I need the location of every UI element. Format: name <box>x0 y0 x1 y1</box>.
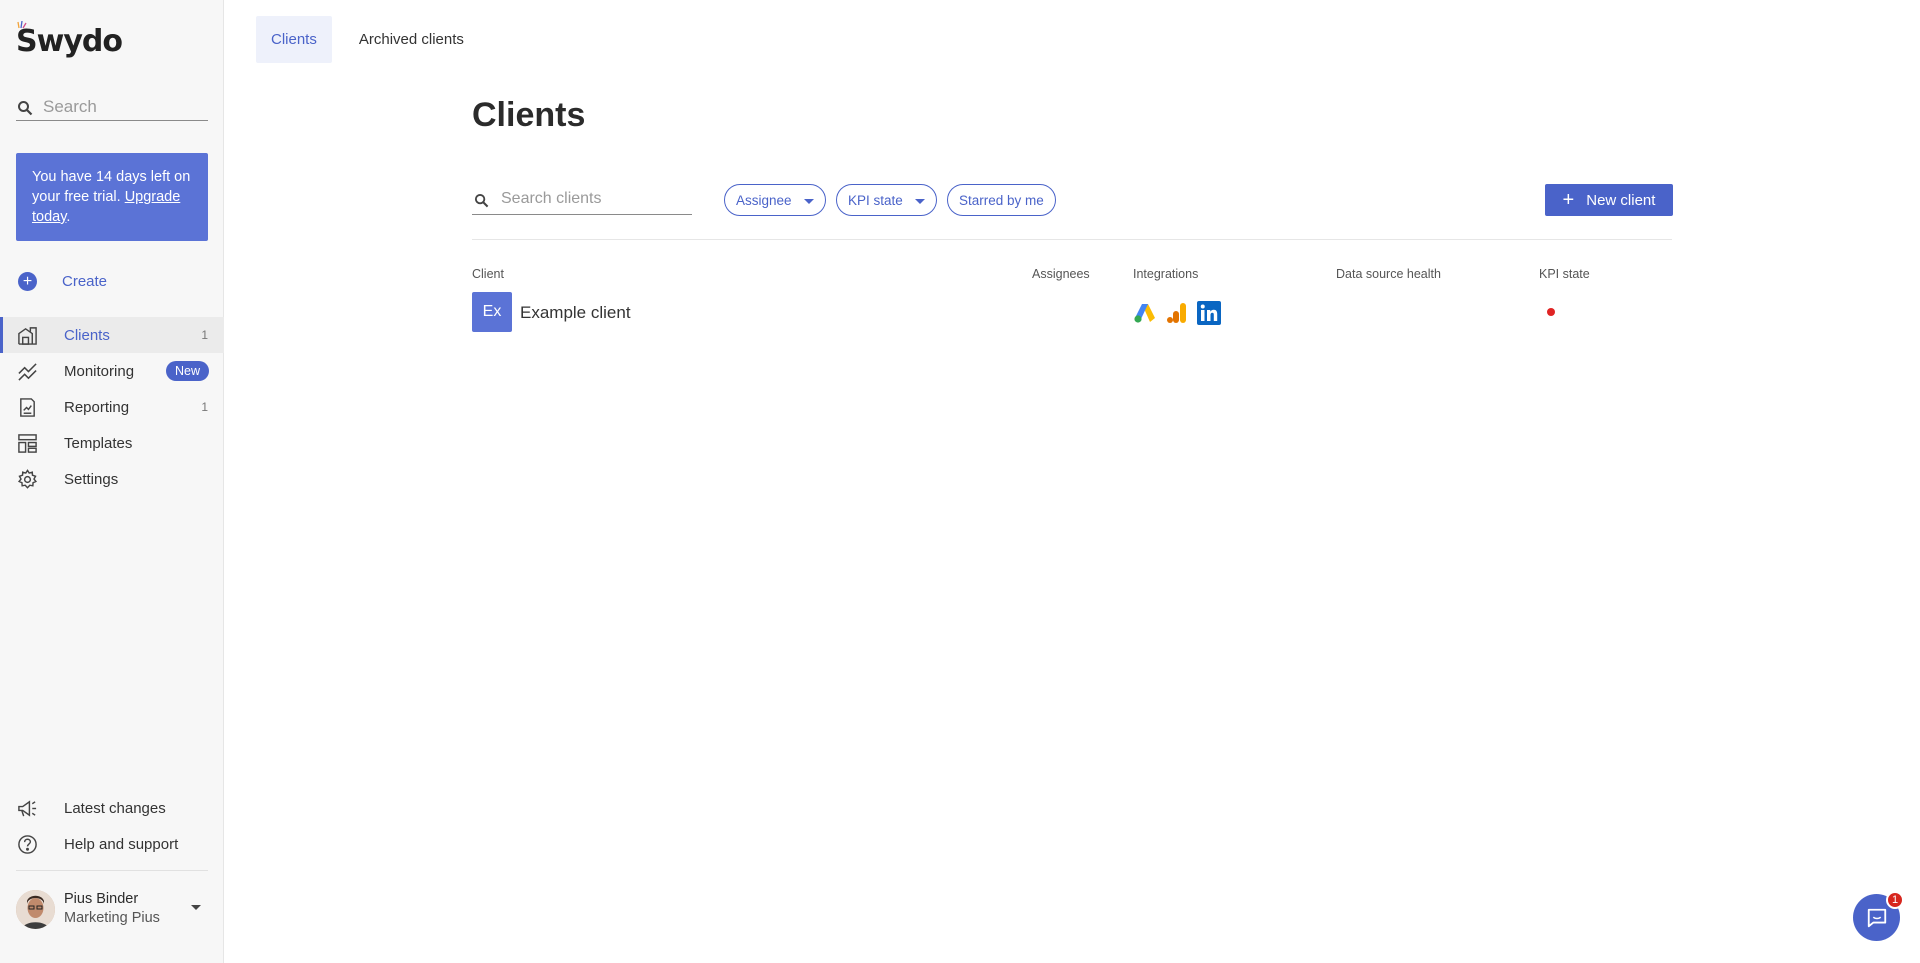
sidebar-search-input[interactable] <box>43 96 193 117</box>
sidebar-item-label: Monitoring <box>64 362 135 380</box>
building-icon <box>16 324 38 346</box>
sidebar-item-monitoring[interactable]: Monitoring New <box>0 353 224 389</box>
column-header-integrations[interactable]: Integrations <box>1133 267 1198 281</box>
sidebar-item-label: Reporting <box>64 398 130 416</box>
avatar <box>16 889 55 929</box>
kpi-state-indicator <box>1547 308 1555 316</box>
sidebar-item-label: Help and support <box>64 835 179 853</box>
megaphone-icon <box>16 797 38 819</box>
starred-filter-label: Starred by me <box>959 192 1044 208</box>
sidebar-item-settings[interactable]: Settings <box>0 461 224 497</box>
sidebar-item-templates[interactable]: Templates <box>0 425 224 461</box>
new-badge: New <box>165 361 209 381</box>
column-header-client[interactable]: Client <box>472 267 504 281</box>
user-menu[interactable]: Pius Binder Marketing Pius <box>16 888 208 930</box>
create-label: Create <box>62 273 108 290</box>
column-header-data-source-health[interactable]: Data source health <box>1336 267 1441 281</box>
sidebar-item-latest-changes[interactable]: Latest changes <box>0 790 224 826</box>
sidebar: Swydo You have 14 days left on your free… <box>0 0 224 963</box>
google-analytics-icon <box>1167 303 1186 323</box>
chevron-down-icon <box>191 905 201 910</box>
table-row[interactable]: Ex Example client <box>472 292 1672 332</box>
user-org: Marketing Pius <box>64 910 160 926</box>
create-button[interactable]: + Create <box>18 272 107 291</box>
user-name: Pius Binder <box>64 891 139 907</box>
sidebar-item-help[interactable]: Help and support <box>0 826 224 862</box>
chat-bubble-icon <box>1867 908 1886 927</box>
clients-toolbar: Assignee KPI state Starred by me + New c… <box>472 183 1673 240</box>
page-title: Clients <box>472 96 586 134</box>
starred-filter[interactable]: Starred by me <box>947 184 1056 216</box>
new-client-button[interactable]: + New client <box>1545 184 1673 216</box>
tab-archived-clients[interactable]: Archived clients <box>344 16 479 63</box>
google-ads-icon <box>1134 304 1155 323</box>
reporting-count: 1 <box>201 400 208 414</box>
sidebar-item-label: Settings <box>64 470 119 488</box>
caret-down-icon <box>914 198 925 204</box>
sidebar-item-label: Templates <box>64 434 133 452</box>
search-clients-input[interactable] <box>501 189 691 208</box>
trial-banner: You have 14 days left on your free trial… <box>16 153 208 241</box>
search-icon <box>18 101 33 116</box>
swydo-logo[interactable]: Swydo <box>16 24 123 59</box>
sidebar-bottom-nav: Latest changes Help and support <box>0 790 224 862</box>
kpi-state-filter-label: KPI state <box>848 192 903 208</box>
column-header-kpi-state[interactable]: KPI state <box>1539 267 1590 281</box>
caret-down-icon <box>803 198 814 204</box>
sidebar-search[interactable] <box>16 93 208 121</box>
plus-circle-icon: + <box>18 272 37 291</box>
user-info: Pius Binder Marketing Pius <box>64 890 160 928</box>
column-header-assignees[interactable]: Assignees <box>1032 267 1090 281</box>
client-name[interactable]: Example client <box>520 303 631 323</box>
report-icon <box>16 396 38 418</box>
assignee-filter[interactable]: Assignee <box>724 184 826 216</box>
integrations-list <box>1133 301 1229 325</box>
clients-count: 1 <box>201 328 208 342</box>
chart-trend-icon <box>16 360 38 382</box>
tab-bar: Clients Archived clients <box>256 16 491 63</box>
notification-count-badge: 1 <box>1886 891 1904 909</box>
client-search[interactable] <box>472 183 692 215</box>
sidebar-item-label: Clients <box>64 326 110 344</box>
linkedin-icon <box>1197 301 1221 325</box>
sidebar-item-clients[interactable]: Clients 1 <box>0 317 224 353</box>
templates-icon <box>16 432 38 454</box>
sidebar-divider <box>16 870 208 871</box>
sidebar-nav: Clients 1 Monitoring New Reporting 1 Tem… <box>0 317 224 497</box>
search-icon <box>474 193 489 208</box>
sidebar-item-label: Latest changes <box>64 799 166 817</box>
trial-period: . <box>66 209 71 225</box>
plus-icon: + <box>1562 189 1575 211</box>
tab-clients[interactable]: Clients <box>256 16 332 63</box>
gear-icon <box>16 468 38 490</box>
help-icon <box>16 833 38 855</box>
kpi-state-filter[interactable]: KPI state <box>836 184 937 216</box>
new-client-label: New client <box>1586 191 1656 209</box>
client-initials-badge: Ex <box>472 292 512 332</box>
assignee-filter-label: Assignee <box>736 192 792 208</box>
chat-launcher-button[interactable]: 1 <box>1853 891 1904 941</box>
sidebar-item-reporting[interactable]: Reporting 1 <box>0 389 224 425</box>
